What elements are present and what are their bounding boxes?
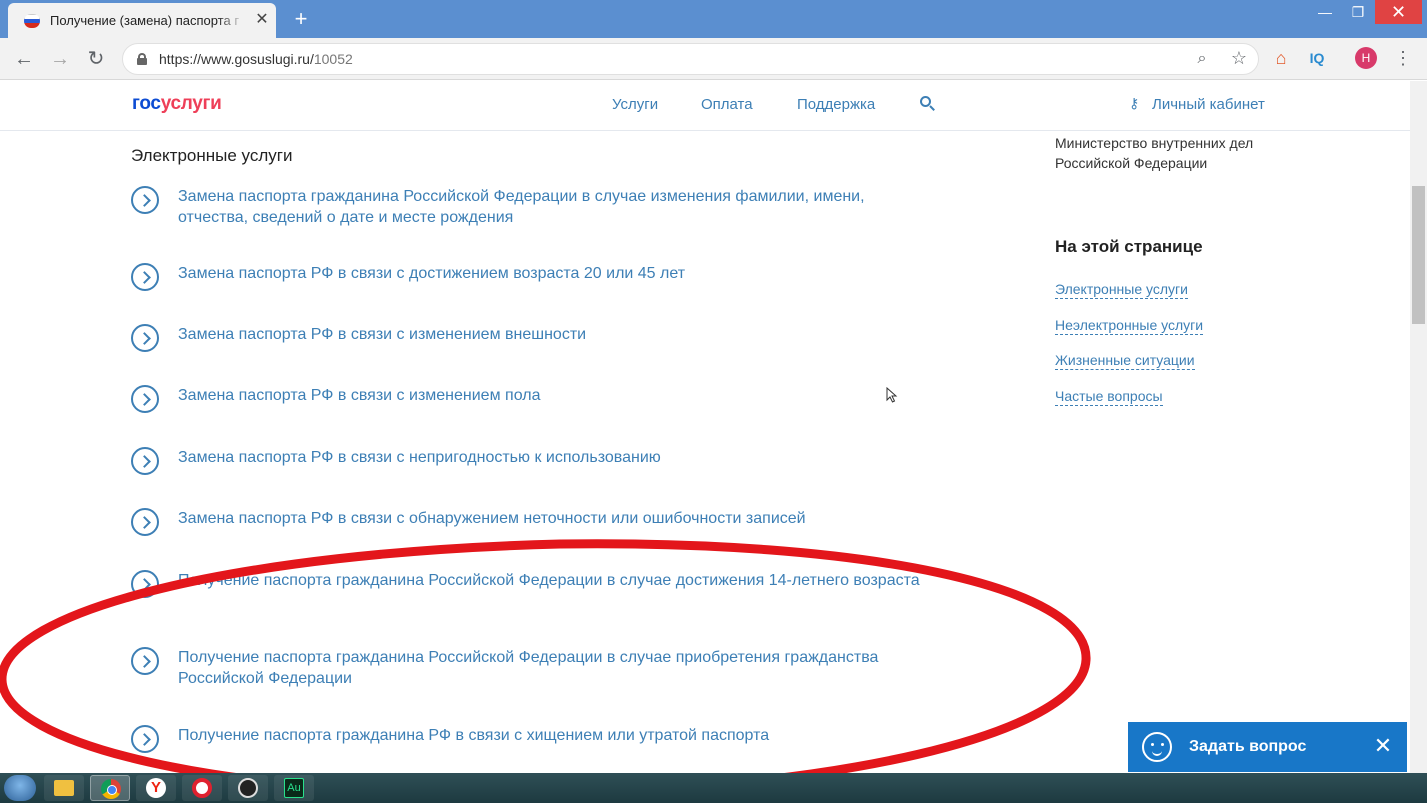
section-title: Электронные услуги [131, 146, 293, 165]
window-minimize-icon[interactable]: — [1310, 0, 1340, 24]
russian-flag-favicon-icon [24, 14, 40, 28]
back-arrow-icon[interactable]: ← [12, 47, 36, 71]
ask-question-label[interactable]: Задать вопрос [1189, 738, 1306, 756]
zoom-magnifier-icon[interactable]: ⌕ [1193, 50, 1211, 68]
anchor-link-life-situations[interactable]: Жизненные ситуации [1055, 352, 1195, 370]
service-link[interactable]: Получение паспорта гражданина Российской… [178, 570, 938, 591]
chevron-right-circle-icon[interactable] [131, 570, 159, 598]
tab-title: Получение (замена) паспорта г [50, 13, 240, 28]
chevron-right-circle-icon[interactable] [131, 647, 159, 675]
iq-extension-icon[interactable]: IQ [1305, 47, 1329, 69]
site-header: госуслуги Услуги Оплата Поддержка ⚷ Личн… [0, 81, 1410, 131]
mouse-cursor-icon [886, 387, 898, 403]
url-text[interactable]: https://www.gosuslugi.ru/10052 [159, 51, 353, 67]
window-close-icon[interactable]: ✕ [1375, 0, 1422, 24]
browser-tab-bar: Получение (замена) паспорта г ✕ + — ❐ ✕ [0, 0, 1427, 38]
new-tab-plus-icon[interactable]: + [288, 6, 314, 32]
nav-payment[interactable]: Оплата [701, 96, 753, 113]
window-maximize-icon[interactable]: ❐ [1343, 0, 1373, 24]
nav-services[interactable]: Услуги [612, 96, 658, 113]
chevron-right-circle-icon[interactable] [131, 725, 159, 753]
ministry-name: Министерство внутренних дел Российской Ф… [1055, 135, 1254, 171]
house-extension-icon[interactable]: ⌂ [1270, 47, 1292, 69]
gosuslugi-logo[interactable]: госуслуги [132, 93, 222, 115]
windows-taskbar: Y Au [0, 773, 1427, 803]
taskbar-audition[interactable]: Au [274, 775, 314, 801]
opera-icon [192, 778, 212, 798]
service-link[interactable]: Замена паспорта РФ в связи с непригоднос… [178, 447, 938, 468]
chrome-icon [101, 779, 121, 799]
address-bar[interactable]: https://www.gosuslugi.ru/10052 ⌕ ☆ [122, 43, 1259, 75]
page-scrollbar[interactable] [1410, 81, 1427, 773]
chevron-right-circle-icon[interactable] [131, 508, 159, 536]
nav-support[interactable]: Поддержка [797, 96, 875, 113]
reload-icon[interactable]: ↻ [84, 47, 108, 71]
ask-question-widget[interactable]: Задать вопрос ✕ [1128, 722, 1407, 772]
bookmark-star-icon[interactable]: ☆ [1229, 48, 1249, 68]
forward-arrow-icon[interactable]: → [48, 47, 72, 71]
start-button[interactable] [4, 775, 36, 801]
chevron-right-circle-icon[interactable] [131, 447, 159, 475]
scrollbar-thumb[interactable] [1412, 186, 1425, 324]
anchor-link-non-electronic-services[interactable]: Неэлектронные услуги [1055, 317, 1204, 335]
service-link[interactable]: Замена паспорта РФ в связи с изменением … [178, 385, 938, 406]
browser-toolbar: ← → ↻ https://www.gosuslugi.ru/10052 ⌕ ☆ [0, 38, 1427, 80]
browser-tab[interactable]: Получение (замена) паспорта г ✕ [8, 3, 276, 38]
more-menu-icon[interactable]: ⋮ [1394, 47, 1412, 69]
audition-icon: Au [284, 778, 304, 798]
key-icon[interactable]: ⚷ [1129, 95, 1139, 112]
on-page-title: На этой странице [1055, 237, 1203, 256]
taskbar-obs[interactable] [228, 775, 268, 801]
support-agent-icon [1142, 732, 1172, 762]
chevron-right-circle-icon[interactable] [131, 324, 159, 352]
anchor-link-electronic-services[interactable]: Электронные услуги [1055, 281, 1188, 299]
service-link[interactable]: Замена паспорта РФ в связи с обнаружение… [178, 508, 938, 529]
chevron-right-circle-icon[interactable] [131, 385, 159, 413]
service-link[interactable]: Получение паспорта гражданина РФ в связи… [178, 725, 938, 746]
obs-icon [238, 778, 258, 798]
anchor-link-faq[interactable]: Частые вопросы [1055, 388, 1163, 406]
close-icon[interactable]: ✕ [1371, 734, 1395, 758]
service-link[interactable]: Замена паспорта РФ в связи с достижением… [178, 263, 938, 284]
personal-cabinet-link[interactable]: Личный кабинет [1152, 96, 1265, 113]
yandex-browser-icon: Y [146, 778, 166, 798]
taskbar-chrome[interactable] [90, 775, 130, 801]
chevron-right-circle-icon[interactable] [131, 263, 159, 291]
lock-icon[interactable] [137, 53, 147, 65]
tab-close-icon[interactable]: ✕ [253, 11, 271, 29]
service-link[interactable]: Замена паспорта РФ в связи с изменением … [178, 324, 938, 345]
service-link[interactable]: Замена паспорта гражданина Российской Фе… [178, 186, 938, 228]
chevron-right-circle-icon[interactable] [131, 186, 159, 214]
search-icon[interactable] [919, 95, 937, 113]
folder-icon [54, 780, 74, 796]
service-link[interactable]: Получение паспорта гражданина Российской… [178, 647, 938, 689]
taskbar-explorer[interactable] [44, 775, 84, 801]
taskbar-opera[interactable] [182, 775, 222, 801]
profile-avatar[interactable]: Н [1355, 47, 1377, 69]
taskbar-yandex[interactable]: Y [136, 775, 176, 801]
